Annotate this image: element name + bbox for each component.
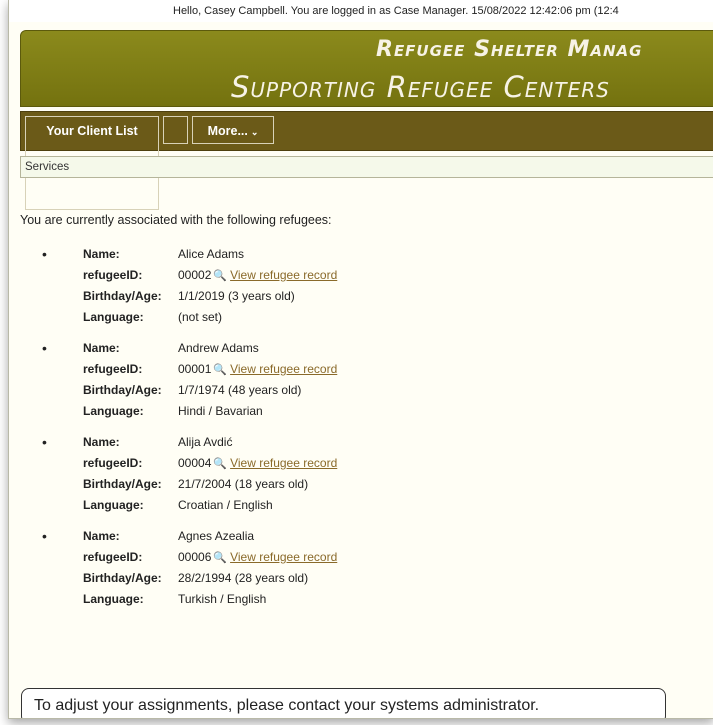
magnifier-icon: 🔍 — [213, 552, 228, 564]
magnifier-icon: 🔍 — [213, 364, 228, 376]
client-birthday: 1/7/1974 (48 years old) — [178, 383, 302, 397]
birthday-label: Birthday/Age: — [83, 477, 162, 491]
language-label: Language: — [83, 592, 144, 606]
status-bar: Hello, Casey Campbell. You are logged in… — [9, 0, 713, 22]
client-language: (not set) — [178, 310, 223, 324]
id-label: refugeeID: — [83, 362, 143, 376]
client-id: 00001 — [178, 362, 212, 376]
view-record-link[interactable]: View refugee record — [230, 362, 337, 376]
name-label: Name: — [83, 529, 120, 543]
magnifier-icon: 🔍 — [213, 458, 228, 470]
app-banner: Refugee Shelter Manag Supporting Refugee… — [20, 30, 713, 107]
language-label: Language: — [83, 498, 144, 512]
intro-text: You are currently associated with the fo… — [20, 213, 332, 227]
client-language: Turkish / English — [178, 592, 267, 606]
view-record-link[interactable]: View refugee record — [230, 456, 337, 470]
id-label: refugeeID: — [83, 550, 143, 564]
bullet-icon: • — [42, 340, 47, 356]
client-birthday: 1/1/2019 (3 years old) — [178, 289, 295, 303]
client-id: 00002 — [178, 268, 212, 282]
magnifier-icon: 🔍 — [213, 270, 228, 282]
language-label: Language: — [83, 310, 144, 324]
nav-more-button[interactable]: More... ⌄ — [192, 116, 274, 144]
name-label: Name: — [83, 435, 120, 449]
client-name: Andrew Adams — [178, 341, 259, 355]
client-birthday: 28/2/1994 (28 years old) — [178, 571, 309, 585]
assignment-notice: To adjust your assignments, please conta… — [21, 688, 666, 718]
client-id-group: 00004 🔍 View refugee record — [178, 456, 337, 470]
client-name: Alice Adams — [178, 247, 245, 261]
client-id-group: 00001 🔍 View refugee record — [178, 362, 337, 376]
client-language: Croatian / English — [178, 498, 273, 512]
bullet-icon: • — [42, 246, 47, 262]
birthday-label: Birthday/Age: — [83, 383, 162, 397]
birthday-label: Birthday/Age: — [83, 571, 162, 585]
page-frame: Hello, Casey Campbell. You are logged in… — [8, 0, 713, 719]
view-record-link[interactable]: View refugee record — [230, 550, 337, 564]
client-id-group: 00002 🔍 View refugee record — [178, 268, 337, 282]
client-name: Agnes Azealia — [178, 529, 255, 543]
client-id: 00004 — [178, 456, 212, 470]
main-nav: Your Client List More... ⌄ — [20, 111, 713, 210]
login-status-text: Hello, Casey Campbell. You are logged in… — [173, 5, 619, 17]
client-language: Hindi / Bavarian — [178, 404, 263, 418]
name-label: Name: — [83, 341, 120, 355]
client-birthday: 21/7/2004 (18 years old) — [178, 477, 309, 491]
app-subtitle: Supporting Refugee Centers — [231, 70, 610, 104]
birthday-label: Birthday/Age: — [83, 289, 162, 303]
client-name: Alija Avdić — [178, 435, 233, 449]
bullet-icon: • — [42, 434, 47, 450]
id-label: refugeeID: — [83, 456, 143, 470]
nav-more-label: More... — [207, 124, 248, 138]
nav-separator — [163, 116, 188, 144]
name-label: Name: — [83, 247, 120, 261]
bullet-icon: • — [42, 528, 47, 544]
breadcrumb: Services — [20, 156, 713, 178]
view-record-link[interactable]: View refugee record — [230, 268, 337, 282]
id-label: refugeeID: — [83, 268, 143, 282]
client-id: 00006 — [178, 550, 212, 564]
client-id-group: 00006 🔍 View refugee record — [178, 550, 337, 564]
chevron-down-icon: ⌄ — [250, 127, 259, 137]
language-label: Language: — [83, 404, 144, 418]
app-title: Refugee Shelter Manag — [376, 37, 643, 62]
